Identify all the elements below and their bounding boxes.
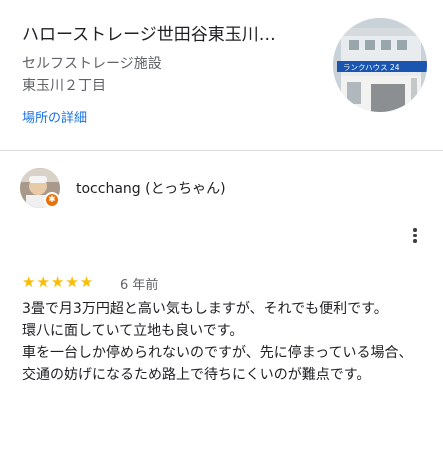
place-category: セルフストレージ施設 [22,56,162,72]
sign-text: ランクハウス 24 [343,63,400,72]
place-thumbnail[interactable]: ランクハウス 24 [333,18,427,112]
more-options-icon[interactable] [405,226,425,248]
section-divider [0,150,443,151]
local-guide-badge-icon: ✱ [44,192,60,208]
place-title[interactable]: ハローストレージ世田谷東玉川… [22,20,276,45]
reviewer-name[interactable]: tocchang (とっちゃん) [76,178,226,198]
place-details-link[interactable]: 場所の詳細 [22,107,87,126]
star-rating: ★★★★★ [22,273,95,291]
building-photo: ランクハウス 24 [333,18,427,112]
review-text: 3畳で月3万円超と高い気もしますが、それでも便利です。 環八に面していて立地も良… [22,301,413,383]
place-address: 東玉川２丁目 [22,78,106,94]
place-header: ハローストレージ世田谷東玉川… セルフストレージ施設 東玉川２丁目 場所の詳細 … [0,0,443,150]
review-time-ago: 6 年前 [120,278,159,293]
